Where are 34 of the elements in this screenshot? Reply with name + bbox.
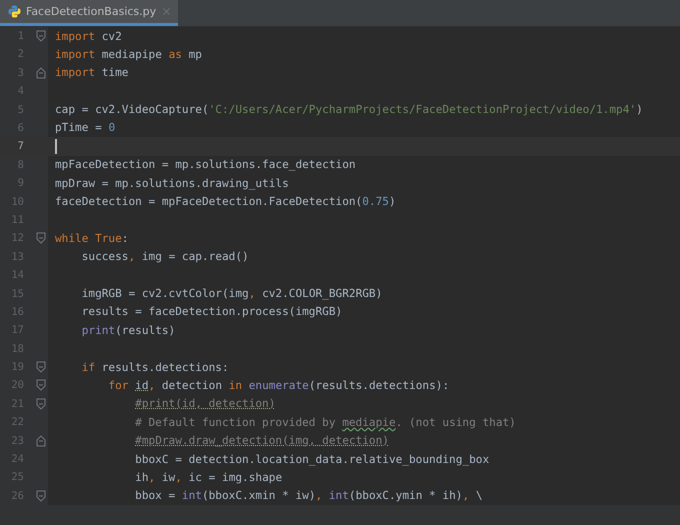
fold-marker-icon[interactable] [36, 434, 46, 447]
code-line: mpDraw = mp.solutions.drawing_utils [54, 176, 289, 192]
fold-marker-icon[interactable] [36, 361, 46, 374]
text-cursor [55, 138, 57, 154]
close-icon[interactable] [161, 6, 172, 17]
code-line: for id, detection in enumerate(results.detections): [107, 378, 450, 394]
code-line: import mediapipe as mp [54, 46, 202, 63]
code-line: imgRGB = cv2.cvtColor(img, cv2.COLOR_BGR2RGB) [80, 286, 382, 302]
code-line: import time [54, 65, 128, 82]
fold-marker-icon[interactable] [36, 66, 46, 79]
code-line: # Default function provided by mediapie. (not using that) [134, 414, 516, 431]
code-line: bbox = int(bboxC.xmin * iw), int(bboxC.ymin * ih), \ [134, 488, 482, 504]
code-line: results = faceDetection.process(imgRGB) [80, 304, 342, 320]
code-line: pTime = 0 [54, 120, 116, 136]
fold-marker-icon[interactable] [36, 490, 46, 502]
code-line: if results.detections: [80, 360, 229, 376]
line-number: 7 [16, 140, 24, 152]
code-line: ih, iw, ic = img.shape [134, 470, 282, 486]
fold-marker-icon[interactable] [36, 232, 46, 244]
code-line: faceDetection = mpFaceDetection.FaceDetection(0.75) [54, 194, 396, 210]
code-line: while True: [54, 230, 128, 247]
code-line: cap = cv2.VideoCapture('C:/Users/Acer/PycharmProjects/FaceDetectionProject/video/1.mp4') [54, 102, 643, 118]
code-line: #print(id, detection) [134, 396, 276, 412]
code-line: bboxC = detection.location_data.relative_bounding_box [134, 452, 490, 468]
fold-marker-icon[interactable] [36, 30, 46, 42]
python-file-icon [8, 4, 21, 18]
code-line: import cv2 [54, 28, 122, 45]
code-line: mpFaceDetection = mp.solutions.face_detection [54, 157, 356, 174]
code-line: #mpDraw.draw_detection(img, detection) [134, 433, 389, 450]
file-tab[interactable]: FaceDetectionBasics.py [0, 0, 178, 26]
code-line: success, img = cap.read() [80, 249, 249, 266]
code-line: print(results) [80, 322, 176, 339]
fold-marker-icon[interactable] [36, 398, 46, 410]
fold-marker-icon[interactable] [36, 379, 46, 392]
